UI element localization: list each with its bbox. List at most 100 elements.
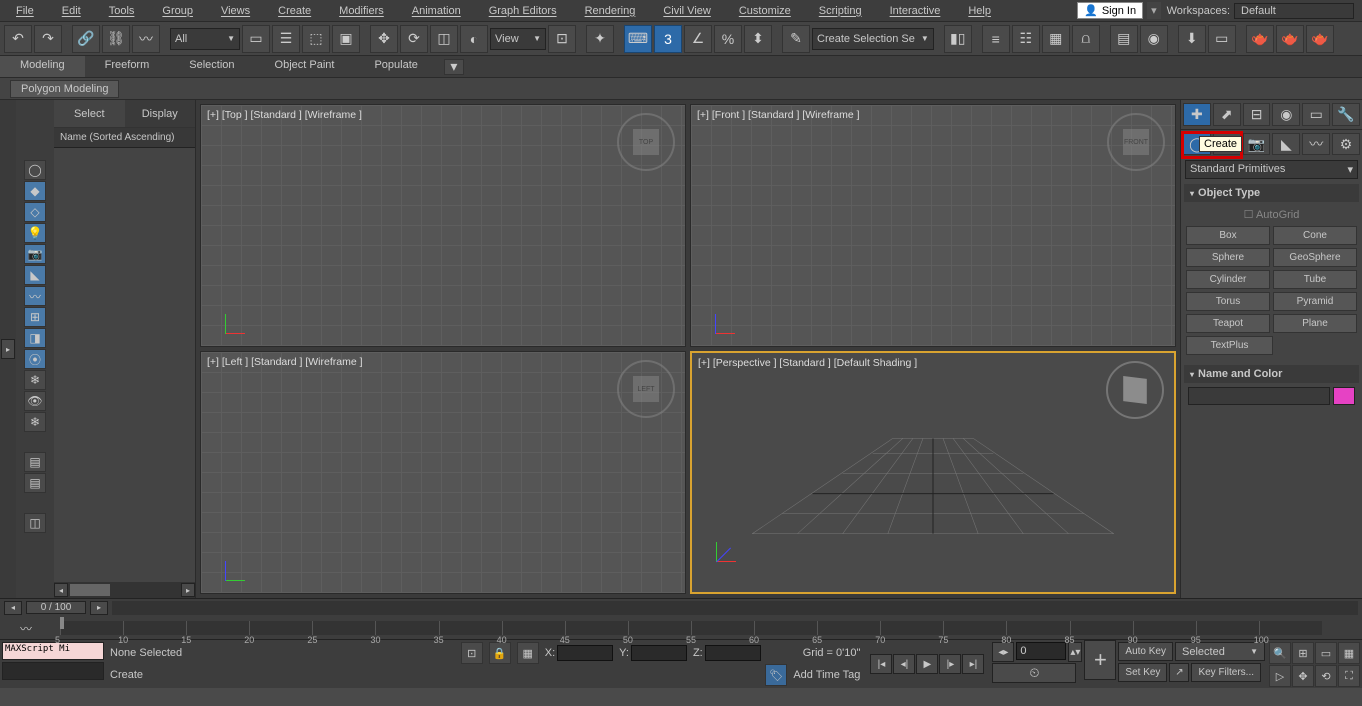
isolate-toggle[interactable]: 🔒 <box>489 642 511 664</box>
curve-editor-button[interactable]: ⩍ <box>1072 25 1100 53</box>
cone-button[interactable]: Cone <box>1273 226 1357 245</box>
viewport-front[interactable]: [+] [Front ] [Standard ] [Wireframe ] FR… <box>690 104 1176 347</box>
timeline-ruler[interactable]: 5101520253035404550556065707580859095100 <box>60 621 1322 635</box>
object-type-rollout-header[interactable]: Object Type <box>1184 184 1359 202</box>
rect-region-button[interactable]: ⬚ <box>302 25 330 53</box>
ribbon-objpaint-tab[interactable]: Object Paint <box>255 56 355 77</box>
unlink-button[interactable]: ⛓ <box>102 25 130 53</box>
angle-snap-toggle[interactable]: ∠ <box>684 25 712 53</box>
menu-tools[interactable]: Tools <box>95 3 149 19</box>
geosphere-button[interactable]: GeoSphere <box>1273 248 1357 267</box>
goto-start-button[interactable]: |◂ <box>870 654 892 674</box>
workspace-selector[interactable]: Default <box>1234 3 1354 19</box>
play-button[interactable]: ▶ <box>916 654 938 674</box>
teapot-button[interactable]: Teapot <box>1186 314 1270 333</box>
select-scale-button[interactable]: ◫ <box>430 25 458 53</box>
viewport-top[interactable]: [+] [Top ] [Standard ] [Wireframe ] TOP <box>200 104 686 347</box>
bind-spacewarp-button[interactable]: 〰 <box>132 25 160 53</box>
filter-geometry-icon[interactable]: ◆ <box>24 181 46 201</box>
menu-animation[interactable]: Animation <box>398 3 475 19</box>
use-pivot-center-button[interactable]: ⊡ <box>548 25 576 53</box>
ribbon-selection-tab[interactable]: Selection <box>169 56 254 77</box>
setkey-button[interactable]: Set Key <box>1118 663 1167 682</box>
viewport-top-label[interactable]: [+] [Top ] [Standard ] [Wireframe ] <box>207 109 362 121</box>
viewport-left-label[interactable]: [+] [Left ] [Standard ] [Wireframe ] <box>207 356 363 368</box>
named-selection-set[interactable]: Create Selection Se▼ <box>812 28 934 50</box>
render-prod-button[interactable]: 🫖 <box>1246 25 1274 53</box>
menu-graph-editors[interactable]: Graph Editors <box>475 3 571 19</box>
menu-views[interactable]: Views <box>207 3 264 19</box>
helpers-category-tab[interactable]: 〰 <box>1302 133 1330 155</box>
add-time-tag[interactable]: Add Time Tag <box>793 669 860 681</box>
align-button[interactable]: ≡ <box>982 25 1010 53</box>
z-input[interactable] <box>705 645 761 661</box>
menu-file[interactable]: File <box>2 3 48 19</box>
name-color-rollout-header[interactable]: Name and Color <box>1184 365 1359 383</box>
menu-edit[interactable]: Edit <box>48 3 95 19</box>
filter-containers-icon[interactable]: ❄ <box>24 370 46 390</box>
primitive-type-dropdown[interactable]: Standard Primitives▾ <box>1185 160 1358 179</box>
scene-display-tab[interactable]: Display <box>125 100 196 127</box>
viewport-perspective[interactable]: [+] [Perspective ] [Standard ] [Default … <box>690 351 1176 594</box>
autokey-button[interactable]: Auto Key <box>1118 642 1173 661</box>
object-color-swatch[interactable] <box>1333 387 1355 405</box>
window-crossing-button[interactable]: ▣ <box>332 25 360 53</box>
select-place-button[interactable]: ◐ <box>460 25 488 53</box>
render-iter-button[interactable]: 🫖 <box>1276 25 1304 53</box>
timeslider-frame-label[interactable]: 0 / 100 <box>26 601 86 614</box>
select-rotate-button[interactable]: ⟳ <box>400 25 428 53</box>
menu-civil-view[interactable]: Civil View <box>649 3 724 19</box>
sign-in-dropdown[interactable]: ▾ <box>1147 2 1161 19</box>
orbit-button[interactable]: ⟲ <box>1315 665 1337 687</box>
zoom-button[interactable]: 🔍 <box>1269 642 1291 664</box>
key-mode-toggle[interactable]: ◂▸ <box>992 642 1014 662</box>
ribbon-modeling-tab[interactable]: Modeling <box>0 56 85 77</box>
ribbon-freeform-tab[interactable]: Freeform <box>85 56 170 77</box>
y-input[interactable] <box>631 645 687 661</box>
current-frame-indicator[interactable] <box>60 617 64 629</box>
filter-xrefs-icon[interactable]: ◨ <box>24 328 46 348</box>
display-panel-tab[interactable]: ▭ <box>1302 103 1330 126</box>
mirror-button[interactable]: ▮▯ <box>944 25 972 53</box>
selection-lock-toggle[interactable]: ⊡ <box>461 642 483 664</box>
hierarchy-panel-tab[interactable]: ⊟ <box>1243 103 1271 126</box>
current-frame-input[interactable] <box>1016 642 1066 660</box>
menu-help[interactable]: Help <box>954 3 1005 19</box>
viewport-left[interactable]: [+] [Left ] [Standard ] [Wireframe ] LEF… <box>200 351 686 594</box>
edit-named-sel-button[interactable]: ✎ <box>782 25 810 53</box>
menu-create[interactable]: Create <box>264 3 325 19</box>
layers-button[interactable]: ☷ <box>1012 25 1040 53</box>
view-list-icon[interactable]: ▤ <box>24 452 46 472</box>
scene-select-tab[interactable]: Select <box>54 100 125 127</box>
textplus-button[interactable]: TextPlus <box>1186 336 1273 355</box>
motion-panel-tab[interactable]: ◉ <box>1272 103 1300 126</box>
zoom-all-button[interactable]: ⊞ <box>1292 642 1314 664</box>
sphere-button[interactable]: Sphere <box>1186 248 1270 267</box>
cameras-category-tab[interactable]: ◣ <box>1272 133 1300 155</box>
menu-scripting[interactable]: Scripting <box>805 3 876 19</box>
world-explorer-toggle[interactable]: ▸ <box>0 100 16 598</box>
select-object-button[interactable]: ▭ <box>242 25 270 53</box>
link-button[interactable]: 🔗 <box>72 25 100 53</box>
menu-interactive[interactable]: Interactive <box>876 3 955 19</box>
select-by-name-button[interactable]: ☰ <box>272 25 300 53</box>
ribbon-populate-tab[interactable]: Populate <box>354 56 437 77</box>
select-move-button[interactable]: ✥ <box>370 25 398 53</box>
create-panel-tab[interactable]: ✚ <box>1183 103 1211 126</box>
ref-coord-system[interactable]: View▼ <box>490 28 546 50</box>
lights-category-tab[interactable]: 📷 <box>1243 133 1271 155</box>
render-online-button[interactable]: 🫖 <box>1306 25 1334 53</box>
macro-recorder[interactable] <box>2 662 104 680</box>
spacewarps-category-tab[interactable]: ⚙ <box>1332 133 1360 155</box>
scene-name-header[interactable]: Name (Sorted Ascending) <box>54 128 195 148</box>
abs-rel-toggle[interactable]: ▦ <box>517 642 539 664</box>
menu-customize[interactable]: Customize <box>725 3 805 19</box>
viewcube-front[interactable]: FRONT <box>1107 113 1165 171</box>
view-add-icon[interactable]: ▤ <box>24 473 46 493</box>
render-setup-button[interactable]: ⬇ <box>1178 25 1206 53</box>
ribbon-minimize-button[interactable]: ▾ <box>444 59 464 75</box>
material-editor-button[interactable]: ◉ <box>1140 25 1168 53</box>
cylinder-button[interactable]: Cylinder <box>1186 270 1270 289</box>
fov-button[interactable]: ▷ <box>1269 665 1291 687</box>
viewport-front-label[interactable]: [+] [Front ] [Standard ] [Wireframe ] <box>697 109 860 121</box>
